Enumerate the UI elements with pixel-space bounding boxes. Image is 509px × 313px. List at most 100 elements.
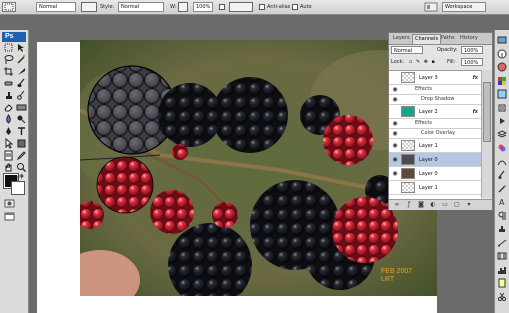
brushes-icon[interactable] bbox=[497, 170, 507, 180]
visibility-eye-icon[interactable] bbox=[391, 184, 399, 192]
pen-icon[interactable] bbox=[3, 126, 14, 137]
layer-name[interactable]: Layer 3 bbox=[419, 74, 438, 82]
quick-mask-icon[interactable] bbox=[4, 198, 15, 209]
blackberry-photo[interactable] bbox=[80, 40, 437, 296]
effects-row[interactable]: ◉ Effects bbox=[389, 119, 481, 129]
layers-scrollbar[interactable] bbox=[481, 70, 492, 198]
blur-icon[interactable] bbox=[3, 114, 14, 125]
tool-presets-icon[interactable] bbox=[497, 184, 507, 194]
opacity-field[interactable]: 100% bbox=[461, 46, 483, 54]
color-sample[interactable] bbox=[81, 2, 97, 12]
slice-icon[interactable] bbox=[16, 66, 27, 77]
healing-icon[interactable] bbox=[3, 78, 14, 89]
add-style-icon[interactable]: ƒ bbox=[405, 201, 413, 209]
zoom-field[interactable]: 100% bbox=[193, 2, 213, 12]
trash-icon[interactable]: ▾ bbox=[465, 201, 473, 209]
info-icon[interactable] bbox=[497, 49, 507, 59]
character-icon[interactable]: A bbox=[497, 197, 507, 207]
new-group-icon[interactable]: ▭ bbox=[441, 201, 449, 209]
width-field[interactable] bbox=[178, 2, 188, 12]
anti-alias-checkbox[interactable] bbox=[259, 4, 265, 10]
effects-row[interactable]: ◉ Effects bbox=[389, 85, 481, 95]
measure-icon[interactable] bbox=[497, 238, 507, 248]
visibility-eye-icon[interactable]: ◉ bbox=[391, 86, 399, 94]
hand-icon[interactable] bbox=[3, 162, 14, 173]
visibility-eye-icon[interactable]: ◉ bbox=[391, 120, 399, 128]
crop-icon[interactable] bbox=[3, 66, 14, 77]
text-icon[interactable] bbox=[16, 126, 27, 137]
layer-name[interactable]: Layer 0 bbox=[419, 156, 438, 164]
palette-well-icon[interactable] bbox=[424, 2, 438, 12]
adjustment-icon[interactable]: ◐ bbox=[429, 201, 437, 209]
dodge-icon[interactable] bbox=[16, 114, 27, 125]
shape-icon[interactable] bbox=[16, 138, 27, 149]
option-field[interactable] bbox=[229, 2, 253, 12]
lasso-icon[interactable] bbox=[3, 54, 14, 65]
layer-row-layer-1[interactable]: ◉ Layer 1 bbox=[389, 139, 481, 153]
visibility-eye-icon[interactable]: ◉ bbox=[391, 170, 399, 178]
stamp-icon[interactable] bbox=[3, 90, 14, 101]
swap-colors-icon[interactable] bbox=[17, 172, 28, 183]
move-icon[interactable] bbox=[16, 42, 27, 53]
visibility-eye-icon[interactable]: ◉ bbox=[391, 130, 399, 138]
visibility-eye-icon[interactable]: ◉ bbox=[391, 142, 399, 150]
magic-wand-icon[interactable] bbox=[16, 54, 27, 65]
styles-icon[interactable] bbox=[497, 89, 507, 99]
layer-row-layer-3[interactable]: Layer 3 fx bbox=[389, 71, 481, 85]
fx-icon[interactable]: fx bbox=[473, 108, 478, 116]
histogram-icon[interactable] bbox=[497, 265, 507, 275]
blend-mode-dropdown[interactable]: Normal bbox=[391, 46, 423, 54]
history-brush-icon[interactable] bbox=[16, 90, 27, 101]
layer-row-layer-1-lower[interactable]: Layer 1 bbox=[389, 181, 481, 195]
actions-icon[interactable] bbox=[497, 116, 507, 126]
screen-mode-icon[interactable] bbox=[4, 211, 15, 222]
clone-source-icon[interactable] bbox=[497, 224, 507, 234]
fx-icon[interactable]: fx bbox=[473, 74, 478, 82]
new-layer-icon[interactable]: ▢ bbox=[453, 201, 461, 209]
animation-icon[interactable] bbox=[497, 251, 507, 261]
checkbox-1[interactable] bbox=[219, 4, 225, 10]
layers-icon[interactable] bbox=[497, 129, 507, 140]
style-dropdown[interactable]: Normal bbox=[118, 2, 164, 12]
layer-name[interactable]: Layer 1 bbox=[419, 142, 438, 150]
layer-row-photo[interactable]: ◉ Layer 0 bbox=[389, 167, 481, 181]
auto-checkbox[interactable] bbox=[292, 4, 298, 10]
layer-row-layer-2[interactable]: Layer 2 fx bbox=[389, 105, 481, 119]
eyedropper-icon[interactable] bbox=[16, 150, 27, 161]
visibility-eye-icon[interactable] bbox=[391, 108, 399, 116]
paragraph-icon[interactable] bbox=[497, 211, 507, 221]
link-layers-icon[interactable]: ∞ bbox=[393, 201, 401, 209]
layer-name[interactable]: Layer 1 bbox=[419, 184, 438, 192]
notes-icon[interactable] bbox=[3, 150, 14, 161]
notes-panel-icon[interactable] bbox=[497, 278, 507, 288]
history-icon[interactable] bbox=[497, 103, 507, 113]
gradient-icon[interactable] bbox=[16, 102, 27, 113]
visibility-eye-icon[interactable]: ◉ bbox=[391, 96, 399, 104]
scissors-icon[interactable] bbox=[497, 292, 507, 302]
tab-layers[interactable]: Layers bbox=[391, 34, 412, 43]
path-select-icon[interactable] bbox=[3, 138, 14, 149]
tab-history[interactable]: History bbox=[458, 34, 480, 43]
navigator-icon[interactable] bbox=[497, 35, 507, 45]
brush-icon[interactable] bbox=[16, 78, 27, 89]
background-color-swatch[interactable] bbox=[11, 181, 25, 195]
workspace-button[interactable]: Workspace bbox=[442, 2, 486, 12]
layer-name[interactable]: Layer 2 bbox=[419, 108, 438, 116]
scrollbar-thumb[interactable] bbox=[483, 82, 491, 142]
layer-row-layer-0[interactable]: ◉ Layer 0 bbox=[389, 153, 481, 167]
effect-row-drop-shadow[interactable]: ◉ Drop Shadow bbox=[389, 95, 481, 105]
swatches-icon[interactable] bbox=[497, 76, 507, 86]
tool-preset-icon[interactable] bbox=[2, 2, 16, 12]
lock-icons[interactable]: ▫ ✎ ✥ ▪ bbox=[409, 58, 436, 67]
color-icon[interactable] bbox=[497, 62, 507, 72]
tab-channels[interactable]: Channels bbox=[412, 34, 442, 44]
channels-icon[interactable] bbox=[497, 143, 507, 153]
add-mask-icon[interactable]: ◙ bbox=[417, 201, 425, 209]
fill-field[interactable]: 100% bbox=[461, 58, 483, 66]
layer-name[interactable]: Layer 0 bbox=[419, 170, 438, 178]
effect-row-color-overlay[interactable]: ◉ Color Overlay bbox=[389, 129, 481, 139]
tab-paths[interactable]: Paths bbox=[439, 34, 457, 43]
marquee-icon[interactable] bbox=[3, 42, 14, 53]
eraser-icon[interactable] bbox=[3, 102, 14, 113]
visibility-eye-icon[interactable] bbox=[391, 74, 399, 82]
